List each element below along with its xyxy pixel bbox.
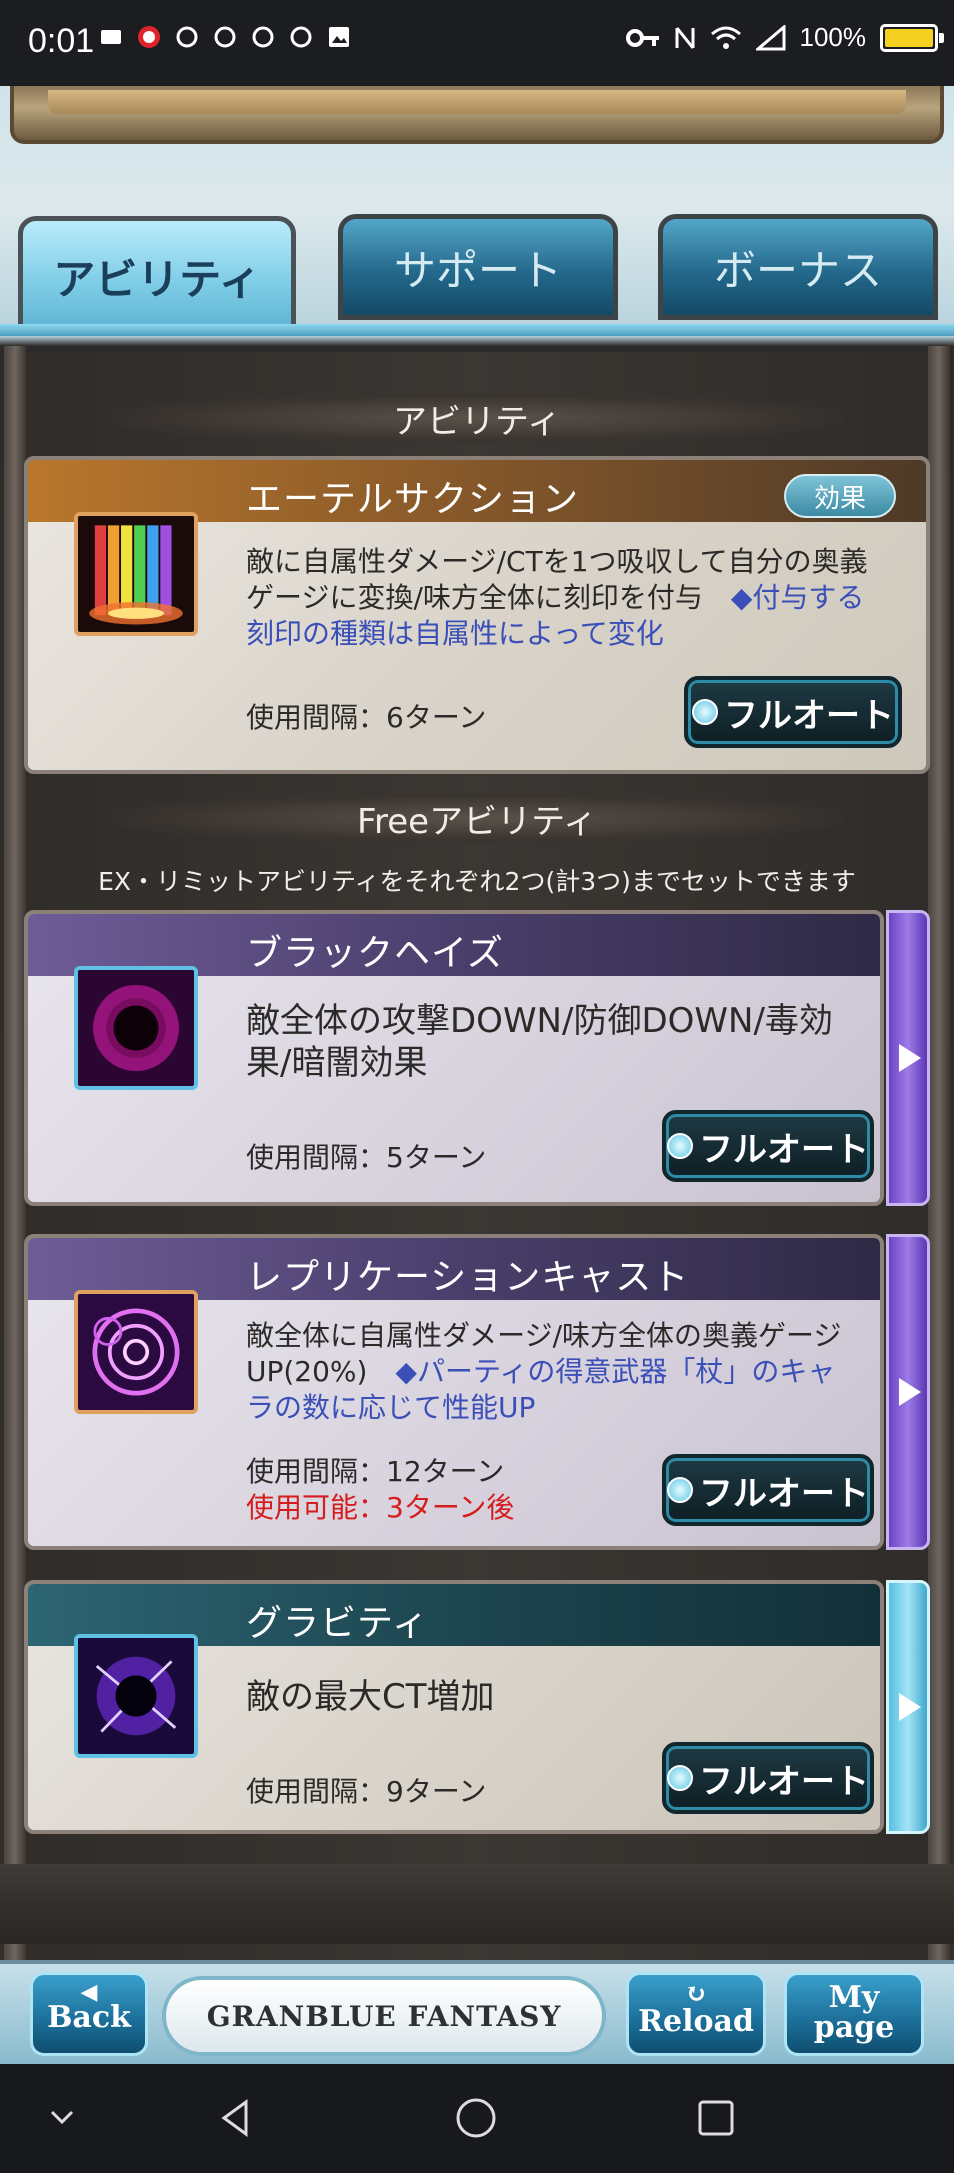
arrow-right-icon bbox=[899, 1693, 921, 1721]
wifi-icon bbox=[710, 26, 741, 49]
right-rail bbox=[928, 346, 950, 2046]
image-notification-icon bbox=[329, 27, 349, 47]
use-interval: 使用間隔：6ターン bbox=[246, 701, 487, 734]
chevron-down-icon[interactable] bbox=[40, 2096, 84, 2140]
status-right: 100% bbox=[625, 22, 944, 53]
next-arrow-button[interactable] bbox=[886, 1234, 930, 1550]
tab-underline bbox=[0, 324, 954, 336]
ability-title: グラビティ bbox=[246, 1603, 429, 1644]
game-notification-icon bbox=[176, 26, 198, 48]
next-arrow-button[interactable] bbox=[886, 910, 930, 1206]
mypage-label-line2: page bbox=[813, 2010, 895, 2045]
fullauto-label: フルオート bbox=[699, 1761, 869, 1802]
rainbow-pillar-icon bbox=[74, 512, 198, 636]
free-section-note: EX・リミットアビリティをそれぞれ2つ(計3つ)までセットできます bbox=[98, 867, 856, 896]
top-frame bbox=[10, 86, 944, 144]
status-time: 0:01 bbox=[28, 22, 95, 60]
free-ability-card[interactable]: ブラックヘイズ 敵全体の攻撃DOWN/防御DOWN/毒効果/暗闇効果 使用間隔：… bbox=[24, 910, 884, 1206]
ability-description: 敵の最大CT増加 bbox=[246, 1677, 495, 1717]
next-arrow-button[interactable] bbox=[886, 1580, 930, 1834]
tv-notification-icon bbox=[101, 30, 121, 44]
use-interval: 使用間隔：12ターン bbox=[246, 1455, 505, 1488]
bottom-frame bbox=[0, 1864, 954, 1944]
fullauto-dot-icon bbox=[667, 1133, 693, 1159]
free-ability-card[interactable]: グラビティ 敵の最大CT増加 使用間隔：9ターン フルオート bbox=[24, 1580, 884, 1834]
cooldown-status: 使用可能：3ターン後 bbox=[246, 1491, 515, 1524]
tab-support[interactable]: サポート bbox=[338, 214, 618, 320]
status-bar: 0:01 100% bbox=[0, 0, 954, 86]
fullauto-dot-icon bbox=[667, 1765, 693, 1791]
tab-ability[interactable]: アビリティ bbox=[18, 216, 296, 336]
fullauto-button[interactable]: フルオート bbox=[684, 676, 902, 748]
free-section-header: Freeアビリティ bbox=[110, 792, 844, 844]
free-ability-card[interactable]: レプリケーションキャスト 敵全体に自属性ダメージ/味方全体の奥義ゲージUP(20… bbox=[24, 1234, 884, 1550]
system-nav-bar bbox=[0, 2064, 954, 2173]
ability-description: 敵に自属性ダメージ/CTを1つ吸収して自分の奥義ゲージに変換/味方全体に刻印を付… bbox=[246, 544, 892, 652]
use-interval: 使用間隔：9ターン bbox=[246, 1775, 487, 1808]
fullauto-dot-icon bbox=[667, 1477, 693, 1503]
arrow-right-icon bbox=[899, 1044, 921, 1072]
mypage-label-line1: My bbox=[828, 1980, 880, 2015]
battery-percent: 100% bbox=[799, 22, 867, 52]
fullauto-label: フルオート bbox=[724, 695, 894, 736]
app-notification-icon bbox=[138, 26, 160, 48]
arrow-right-icon bbox=[899, 1378, 921, 1406]
use-interval: 使用間隔：5ターン bbox=[246, 1141, 487, 1174]
magic-circle-icon bbox=[74, 1290, 198, 1414]
game-notification-icon bbox=[252, 26, 274, 48]
fullauto-button[interactable]: フルオート bbox=[662, 1454, 874, 1526]
reload-label: Reload bbox=[638, 2004, 754, 2039]
fullauto-button[interactable]: フルオート bbox=[662, 1742, 874, 1814]
black-haze-icon bbox=[74, 966, 198, 1090]
game-notification-icon bbox=[290, 26, 312, 48]
ability-title: レプリケーションキャスト bbox=[246, 1257, 690, 1298]
gravity-icon bbox=[74, 1634, 198, 1758]
effect-button[interactable]: 効果 bbox=[784, 474, 896, 518]
home-circle-icon[interactable] bbox=[454, 2096, 498, 2140]
fullauto-button[interactable]: フルオート bbox=[662, 1110, 874, 1182]
nfc-icon bbox=[675, 26, 694, 49]
game-notification-icon bbox=[214, 26, 236, 48]
fullauto-label: フルオート bbox=[699, 1129, 869, 1170]
ability-title: エーテルサクション bbox=[246, 479, 580, 520]
ability-section-header: アビリティ bbox=[110, 392, 844, 444]
left-rail bbox=[4, 346, 26, 2046]
fullauto-dot-icon bbox=[692, 699, 718, 725]
recents-square-icon[interactable] bbox=[694, 2096, 738, 2140]
ability-card[interactable]: エーテルサクション 効果 敵に自属性ダメージ/CTを1つ吸収して自分の奥義ゲージ… bbox=[24, 456, 930, 774]
vpn-key-icon bbox=[625, 28, 659, 47]
back-button[interactable]: ◀ Back bbox=[30, 1972, 148, 2056]
tab-bonus[interactable]: ボーナス bbox=[658, 214, 938, 320]
game-logo: GRANBLUE FANTASY bbox=[162, 1976, 606, 2056]
back-triangle-icon[interactable] bbox=[214, 2096, 258, 2140]
signal-icon bbox=[755, 24, 785, 50]
notification-icons bbox=[98, 24, 352, 50]
fullauto-label: フルオート bbox=[699, 1473, 869, 1514]
ability-description: 敵全体に自属性ダメージ/味方全体の奥義ゲージUP(20%) ◆パーティの得意武器… bbox=[246, 1318, 846, 1426]
mypage-button[interactable]: My page bbox=[784, 1972, 924, 2056]
ability-title: ブラックヘイズ bbox=[246, 933, 504, 974]
game-screen: アビリティ サポート ボーナス アビリティ エーテルサクション 効果 敵に自属性… bbox=[0, 86, 954, 2089]
back-label: Back bbox=[47, 2000, 131, 2035]
reload-button[interactable]: ↻ Reload bbox=[626, 1972, 766, 2056]
battery-icon bbox=[880, 23, 944, 52]
ability-description: 敵全体の攻撃DOWN/防御DOWN/毒効果/暗闇効果 bbox=[246, 1001, 833, 1083]
